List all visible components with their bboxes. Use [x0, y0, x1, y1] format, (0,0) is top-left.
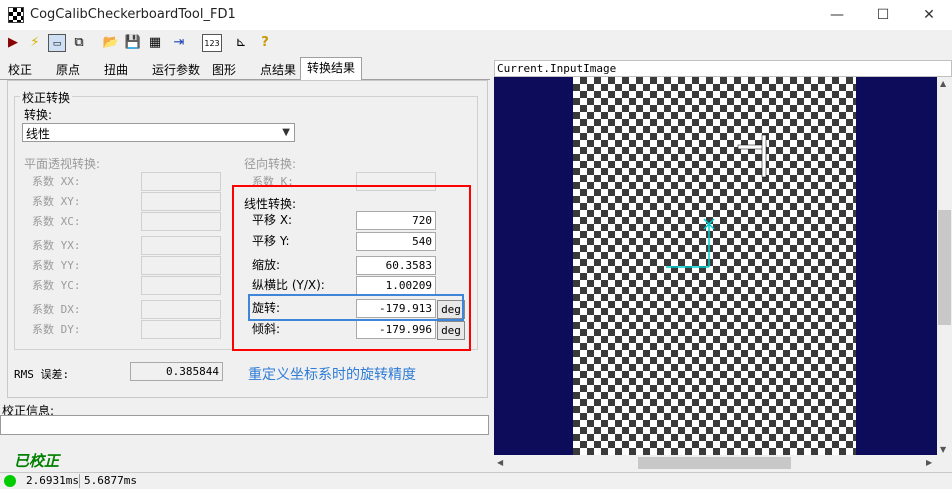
- status-bar: [0, 472, 952, 489]
- tab-point-results[interactable]: 点结果: [254, 60, 302, 80]
- help-icon[interactable]: ?: [256, 34, 274, 52]
- coef-xc-label: 系数 XC:: [32, 215, 81, 228]
- coef-yx-label: 系数 YX:: [32, 239, 81, 252]
- coef-yx-field: [141, 236, 221, 255]
- save-icon[interactable]: 💾: [124, 34, 142, 52]
- coef-xy-label: 系数 XY:: [32, 195, 81, 208]
- scroll-left-icon[interactable]: ◀: [497, 458, 503, 467]
- image-display[interactable]: [494, 77, 937, 455]
- tab-origin[interactable]: 原点: [50, 60, 86, 80]
- perspective-title: 平面透视转换:: [24, 157, 101, 171]
- coef-dx-label: 系数 DX:: [32, 303, 81, 316]
- status-time-2: 5.6877ms: [84, 474, 137, 487]
- tab-distortion[interactable]: 扭曲: [98, 60, 134, 80]
- coef-xy-field: [141, 192, 221, 211]
- rotation-highlight-box: [248, 294, 464, 321]
- origin-marker-icon: [737, 134, 767, 178]
- horizontal-scroll-thumb[interactable]: [638, 457, 791, 469]
- scroll-down-icon[interactable]: ▼: [940, 445, 946, 454]
- radial-title: 径向转换:: [244, 157, 297, 171]
- close-button[interactable]: ✕: [906, 0, 952, 30]
- toolbar: [0, 31, 952, 57]
- coef-yy-field: [141, 256, 221, 275]
- status-ok-icon: [4, 475, 16, 487]
- calib-info-box: [0, 415, 489, 435]
- coef-yc-field: [141, 276, 221, 295]
- tab-calibrate[interactable]: 校正: [2, 60, 38, 80]
- lightning-icon[interactable]: ⚡: [26, 34, 44, 52]
- coef-yy-label: 系数 YY:: [32, 259, 81, 272]
- scroll-right-icon[interactable]: ▶: [926, 458, 932, 467]
- calibrated-status: 已校正: [14, 452, 60, 470]
- coef-xx-field: [141, 172, 221, 191]
- image-display-title: Current.InputImage: [497, 62, 617, 75]
- window-copy-icon[interactable]: ⧉: [70, 34, 88, 52]
- coef-dy-field: [141, 320, 221, 339]
- coef-yc-label: 系数 YC:: [32, 279, 81, 292]
- measure-icon[interactable]: ⊾: [232, 34, 250, 52]
- coef-dy-label: 系数 DY:: [32, 323, 81, 336]
- scroll-up-icon[interactable]: ▲: [940, 79, 946, 88]
- transform-select[interactable]: ▼: [22, 123, 295, 142]
- display-image-icon[interactable]: ▭: [48, 34, 66, 52]
- open-folder-icon[interactable]: 📂: [102, 34, 120, 52]
- annotation-text: 重定义坐标系时的旋转精度: [248, 367, 416, 383]
- linear-highlight-box: [232, 185, 471, 351]
- group-title: 校正转换: [20, 89, 73, 106]
- coef-xc-field: [141, 212, 221, 231]
- maximize-button[interactable]: ☐: [860, 0, 906, 30]
- window-title: CogCalibCheckerboardTool_FD1: [30, 7, 236, 22]
- rms-field: 0.385844: [130, 362, 223, 381]
- coordinate-axes-icon: [666, 218, 715, 268]
- tab-transform-results[interactable]: 转换结果: [300, 57, 363, 81]
- rms-label: RMS 误差:: [14, 368, 70, 381]
- tab-graphics[interactable]: 图形: [206, 60, 242, 80]
- transform-select-value: 线性: [26, 127, 51, 141]
- image-overlay: [666, 134, 767, 268]
- status-time-1: 2.6931ms: [26, 474, 79, 487]
- coef-dx-field: [141, 300, 221, 319]
- import-icon[interactable]: ⇥: [170, 34, 188, 52]
- status-divider: [79, 474, 80, 488]
- transform-label: 转换:: [24, 108, 53, 122]
- checkerboard-app-icon: [8, 7, 24, 23]
- grid-icon[interactable]: ▦: [146, 34, 164, 52]
- coef-xx-label: 系数 XX:: [32, 175, 81, 188]
- chevron-down-icon: ▼: [282, 127, 290, 138]
- tab-run-params[interactable]: 运行参数: [146, 60, 206, 80]
- run-icon[interactable]: ▶: [4, 34, 22, 52]
- minimize-button[interactable]: —: [814, 0, 860, 30]
- vertical-scroll-thumb[interactable]: [938, 210, 951, 325]
- numeric-123-icon[interactable]: 123: [202, 34, 222, 52]
